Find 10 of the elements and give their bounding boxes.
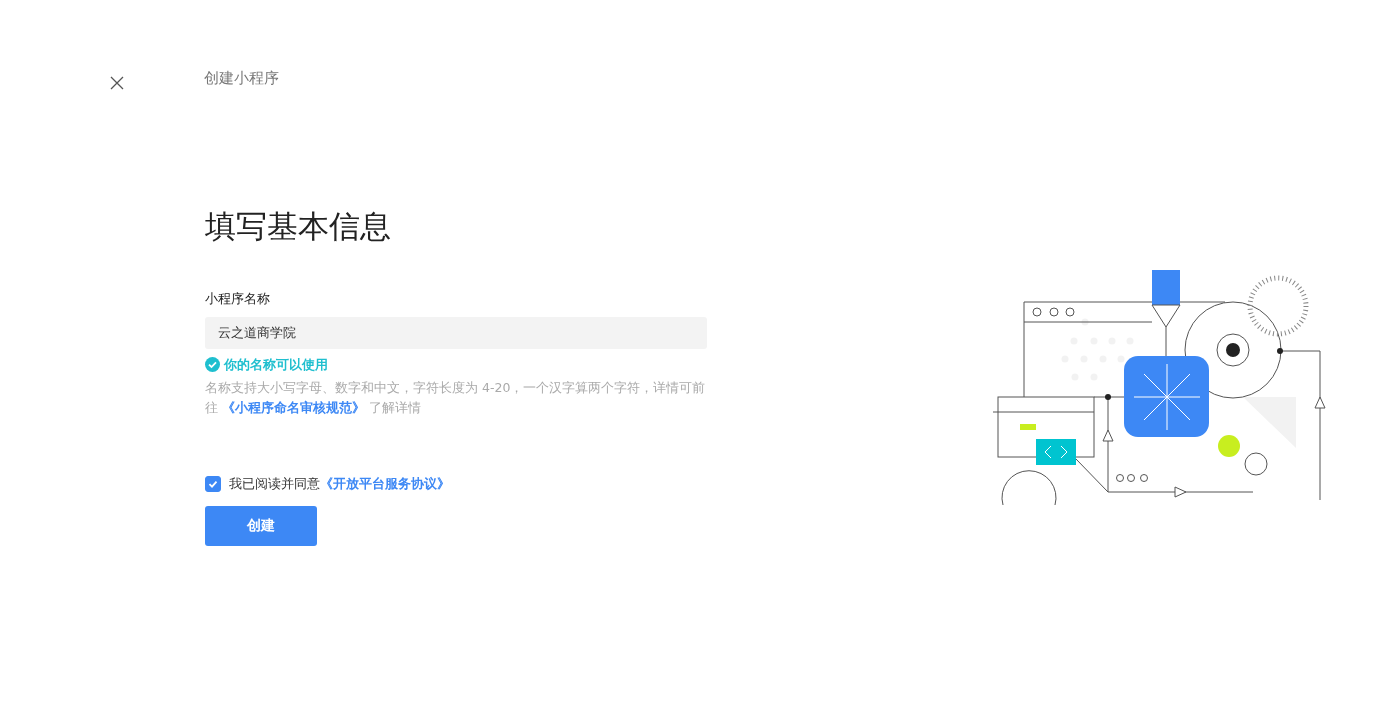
agree-checkbox[interactable]: [205, 475, 221, 492]
field-label: 小程序名称: [205, 290, 271, 309]
rule-link[interactable]: 《小程序命名审核规范》: [222, 400, 365, 416]
name-input-field[interactable]: 云之道商学院: [205, 316, 707, 349]
agreement-link[interactable]: 《开放平台服务协议》: [320, 476, 450, 492]
page-title: 创建小程序: [204, 67, 279, 89]
agreement-text: 我已阅读并同意《开放平台服务协议》: [229, 475, 450, 494]
create-button[interactable]: 创建: [205, 505, 317, 546]
validation-message: 你的名称可以使用: [224, 355, 328, 374]
form-heading: 填写基本信息: [205, 208, 392, 246]
